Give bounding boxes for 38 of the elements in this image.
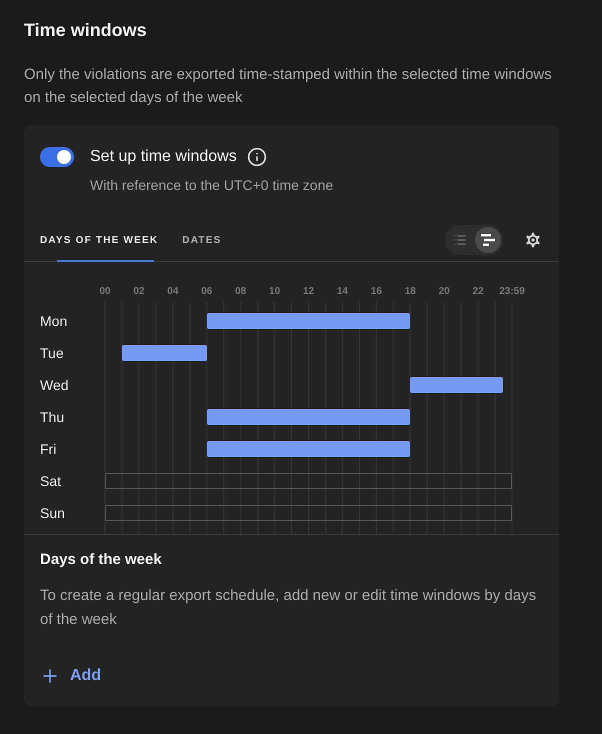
timeline-icon <box>481 234 495 246</box>
hour-label: 08 <box>235 286 246 297</box>
settings-icon <box>523 230 543 250</box>
page-title: Time windows <box>24 20 148 41</box>
hour-label: 23:59 <box>499 286 525 297</box>
tab[interactable]: DATES <box>182 219 234 261</box>
day-label: Sat <box>40 473 62 489</box>
day-label: Thu <box>40 409 66 425</box>
hour-label: 20 <box>438 286 450 297</box>
day-label: Sun <box>40 505 66 521</box>
hour-label: 00 <box>99 286 111 297</box>
toggle-switch[interactable] <box>40 147 74 167</box>
add-button[interactable]: Add <box>40 660 102 692</box>
day-label: Fri <box>40 441 58 457</box>
settings-button[interactable] <box>523 230 543 250</box>
day-label: Tue <box>40 345 65 361</box>
section-title: Days of the week <box>40 551 163 568</box>
hour-label: 16 <box>370 286 382 297</box>
hour-label: 18 <box>404 286 416 297</box>
hour-label: 10 <box>269 286 280 297</box>
hour-label: 02 <box>133 286 144 297</box>
day-label: Wed <box>40 377 70 393</box>
info-icon[interactable] <box>246 147 267 167</box>
hour-label: 12 <box>302 286 314 297</box>
hour-label: 14 <box>336 286 348 297</box>
section-text: To create a regular export schedule, add new or edit time windows by days of the week <box>40 586 538 630</box>
hour-label: 22 <box>472 286 484 297</box>
hour-label: 04 <box>167 286 178 297</box>
description: Only the violations are exported time-stamped within the selected time windows on the selected days of the week <box>24 65 553 108</box>
timeline-view-button[interactable] <box>475 227 501 253</box>
list-icon <box>453 233 467 247</box>
day-label: Mon <box>40 313 68 329</box>
timezone-hint: With reference to the UTC+0 time zone <box>90 177 334 193</box>
setup-label: Set up time windows <box>90 148 237 166</box>
tab[interactable]: DAYS OF THE WEEK <box>40 219 170 261</box>
hour-label: 06 <box>201 286 212 297</box>
empty-day-track[interactable] <box>105 473 512 489</box>
empty-day-track[interactable] <box>105 505 512 521</box>
